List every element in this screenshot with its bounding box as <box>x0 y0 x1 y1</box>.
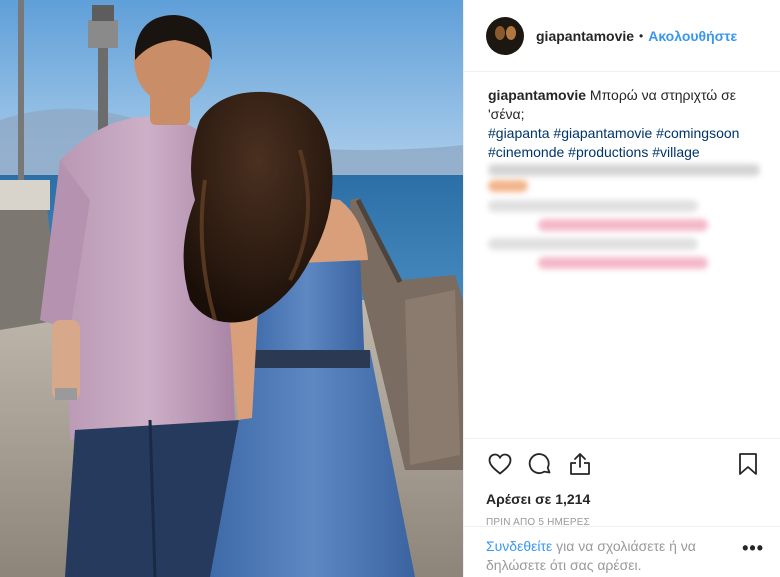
blurred-comments <box>464 164 780 269</box>
comment-login-prompt: Συνδεθείτε για να σχολιάσετε ή να δηλώσε… <box>464 526 780 575</box>
follow-button[interactable]: Ακολουθήστε <box>648 28 737 44</box>
blurred-line <box>488 164 760 176</box>
post-actions: Αρέσει σε 1,214 ΠΡΙΝ ΑΠΟ 5 ΗΜΕΡΕΣ <box>464 438 780 528</box>
post-header: giapantamovie • Ακολουθήστε <box>464 0 780 72</box>
blurred-line <box>488 200 698 212</box>
likes-count[interactable]: Αρέσει σε 1,214 <box>486 491 762 507</box>
blurred-line <box>538 257 708 269</box>
caption: giapantamovie Μπορώ να στηριχτώ σε 'σένα… <box>464 72 780 162</box>
blurred-line <box>488 180 528 192</box>
share-icon[interactable] <box>566 450 594 478</box>
instagram-post: giapantamovie • Ακολουθήστε giapantamovi… <box>0 0 780 577</box>
hashtag-link[interactable]: #giapantamovie <box>553 125 652 141</box>
bookmark-icon[interactable] <box>734 450 762 478</box>
blurred-line <box>488 238 698 250</box>
header-username[interactable]: giapantamovie <box>536 28 634 44</box>
hashtag-link[interactable]: #village <box>652 144 699 160</box>
hashtag-link[interactable]: #productions <box>568 144 648 160</box>
hashtag-link[interactable]: #giapanta <box>488 125 550 141</box>
header-separator: • <box>639 28 644 43</box>
blurred-line <box>538 219 708 231</box>
hashtag-link[interactable]: #cinemonde <box>488 144 564 160</box>
photo-illustration <box>0 0 463 577</box>
hashtag-link[interactable]: #comingsoon <box>656 125 739 141</box>
heart-icon[interactable] <box>486 450 514 478</box>
action-icons <box>486 449 762 479</box>
avatar-figure-right <box>506 25 516 40</box>
more-options-icon[interactable]: ••• <box>742 538 764 559</box>
post-photo[interactable] <box>0 0 463 577</box>
caption-username[interactable]: giapantamovie <box>488 87 586 103</box>
avatar[interactable] <box>486 16 524 55</box>
login-link[interactable]: Συνδεθείτε <box>486 538 552 554</box>
post-side-panel: giapantamovie • Ακολουθήστε giapantamovi… <box>463 0 780 577</box>
avatar-figure-left <box>495 25 505 40</box>
comment-icon[interactable] <box>526 450 554 478</box>
